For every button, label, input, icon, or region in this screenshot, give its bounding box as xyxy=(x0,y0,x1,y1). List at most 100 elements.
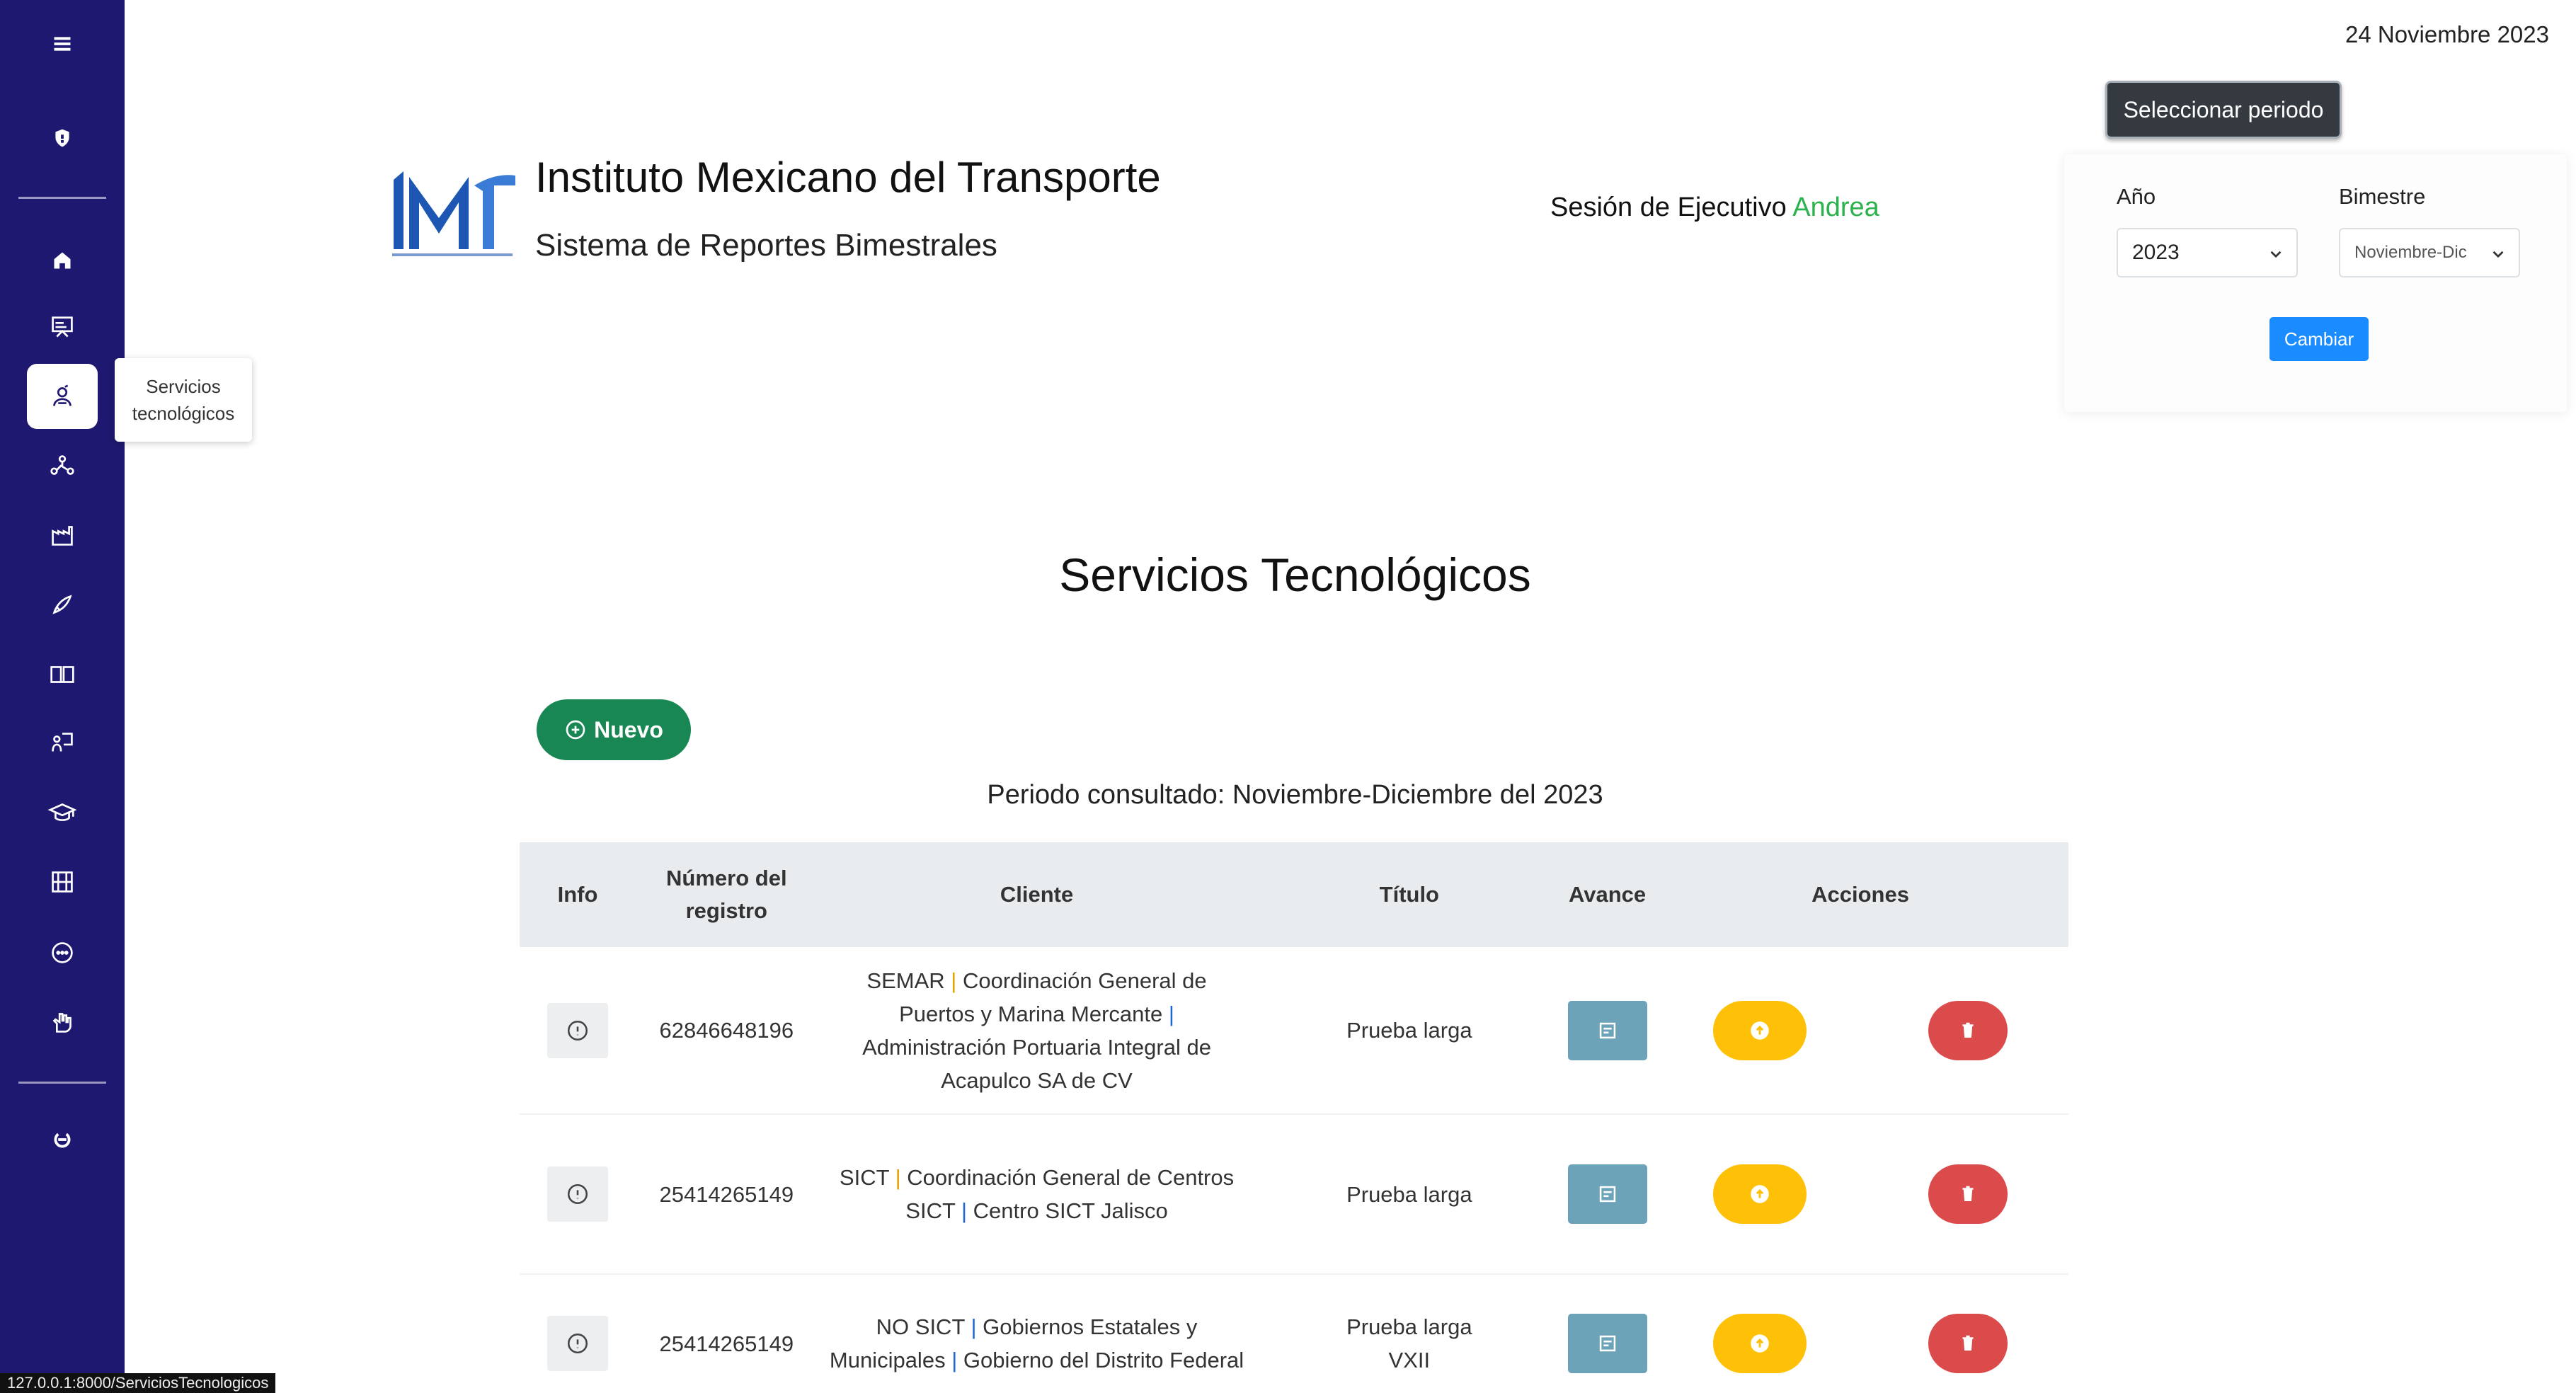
current-date: 24 Noviembre 2023 xyxy=(2345,21,2549,47)
book-icon[interactable] xyxy=(27,641,98,706)
bimester-select-value: Noviembre-Dic xyxy=(2354,243,2467,262)
trash-icon xyxy=(1962,1335,1974,1351)
info-icon xyxy=(568,1020,588,1041)
acciones-cell xyxy=(1652,1274,2068,1393)
shield-icon[interactable] xyxy=(27,106,98,171)
hand-icon[interactable] xyxy=(27,990,98,1055)
page-title: Servicios Tecnológicos xyxy=(0,548,2576,602)
cliente-entity: Administración Portuaria Integral de Aca… xyxy=(862,1034,1211,1093)
table-row: 62846648196 SEMAR | Coordinación General… xyxy=(520,947,2068,1115)
add-circle-icon xyxy=(566,720,585,740)
cliente-text: SICT | Coordinación General de Centros S… xyxy=(839,1165,1235,1223)
year-label: Año xyxy=(2117,184,2156,209)
sidebar-divider xyxy=(18,1082,106,1084)
page-title-text: Servicios Tecnológicos xyxy=(1059,549,1531,601)
info-cell xyxy=(520,947,636,1115)
change-period-button[interactable]: Cambiar xyxy=(2269,317,2369,361)
select-period-button[interactable]: Seleccionar periodo xyxy=(2105,81,2342,139)
cliente-cell: SEMAR | Coordinación General de Puertos … xyxy=(817,947,1256,1115)
registro-cell: 25414265149 xyxy=(636,1274,818,1393)
table-row: 25414265149 NO SICT | Gobiernos Estatale… xyxy=(520,1274,2068,1393)
upload-icon xyxy=(1751,1185,1769,1203)
cliente-entity: Gobierno del Distrito Federal xyxy=(963,1348,1244,1372)
home-icon[interactable] xyxy=(27,228,98,293)
new-button-label: Nuevo xyxy=(594,716,663,743)
chevron-down-icon xyxy=(2492,251,2504,258)
delete-button[interactable] xyxy=(1928,1000,2008,1060)
upload-icon xyxy=(1751,1021,1769,1040)
acciones-cell xyxy=(1652,1114,2068,1275)
status-url: 127.0.0.1:8000/ServiciosTecnologicos xyxy=(0,1373,276,1393)
upload-button[interactable] xyxy=(1713,1164,1807,1224)
upload-button[interactable] xyxy=(1713,1314,1807,1373)
avance-button[interactable] xyxy=(1567,1164,1647,1224)
year-select[interactable]: 2023 xyxy=(2117,228,2298,277)
upload-button[interactable] xyxy=(1713,1000,1807,1060)
session-user: Andrea xyxy=(1792,193,1879,222)
titulo-cell: Prueba larga xyxy=(1256,947,1563,1115)
titulo-text: Prueba larga VXII xyxy=(1346,1314,1472,1372)
avance-cell xyxy=(1562,947,1653,1115)
document-icon xyxy=(1599,1335,1615,1352)
info-button[interactable] xyxy=(547,1166,609,1222)
column-header-cliente: Cliente xyxy=(817,842,1256,947)
services-table: Info Número del registro Cliente Título … xyxy=(520,842,2068,1393)
system-subtitle: Sistema de Reportes Bimestrales xyxy=(535,228,997,263)
upload-icon xyxy=(1751,1334,1769,1353)
actions-group xyxy=(1652,1164,2068,1224)
new-button[interactable]: Nuevo xyxy=(537,699,691,760)
session-info: Sesión de Ejecutivo Andrea xyxy=(1550,193,1879,223)
imt-logo xyxy=(389,166,517,262)
cliente-unit: Coordinación General de Puertos y Marina… xyxy=(899,968,1207,1026)
cliente-cell: SICT | Coordinación General de Centros S… xyxy=(817,1114,1256,1275)
bimester-label: Bimestre xyxy=(2339,184,2426,209)
cliente-org: NO SICT xyxy=(876,1314,965,1339)
tech-services-icon[interactable] xyxy=(27,364,98,429)
cliente-text: NO SICT | Gobiernos Estatales y Municipa… xyxy=(829,1314,1244,1372)
column-header-registro: Número del registro xyxy=(636,842,818,947)
cliente-entity: Centro SICT Jalisco xyxy=(973,1198,1168,1223)
sidebar-tooltip: Servicios tecnológicos xyxy=(115,358,252,442)
menu-icon[interactable] xyxy=(27,11,98,76)
avance-cell xyxy=(1562,1274,1653,1393)
logout-icon[interactable] xyxy=(27,1107,98,1172)
trash-icon xyxy=(1962,1186,1974,1201)
year-select-value: 2023 xyxy=(2132,241,2180,264)
info-icon xyxy=(568,1333,588,1354)
avance-button[interactable] xyxy=(1567,1000,1647,1060)
presentation-icon[interactable] xyxy=(27,296,98,361)
chevron-down-icon xyxy=(2270,251,2282,258)
avance-button[interactable] xyxy=(1567,1314,1647,1373)
acciones-cell xyxy=(1652,947,2068,1115)
period-consulted-text: Periodo consultado: Noviembre-Diciembre … xyxy=(987,780,1603,810)
document-icon xyxy=(1599,1186,1615,1203)
delete-button[interactable] xyxy=(1928,1314,2008,1373)
registro-cell: 25414265149 xyxy=(636,1114,818,1275)
teaching-icon[interactable] xyxy=(27,711,98,776)
institute-title: Instituto Mexicano del Transporte xyxy=(535,154,1161,201)
sidebar-divider xyxy=(18,197,106,199)
cliente-cell: NO SICT | Gobiernos Estatales y Municipa… xyxy=(817,1274,1256,1393)
delete-button[interactable] xyxy=(1928,1164,2008,1224)
session-prefix: Sesión de Ejecutivo xyxy=(1550,193,1787,222)
info-cell xyxy=(520,1274,636,1393)
cliente-org: SEMAR xyxy=(866,968,945,993)
info-button[interactable] xyxy=(547,1316,609,1371)
titulo-cell: Prueba larga VXII xyxy=(1256,1274,1563,1393)
actions-group xyxy=(1652,1314,2068,1373)
titulo-cell: Prueba larga xyxy=(1256,1114,1563,1275)
network-icon[interactable] xyxy=(27,433,98,498)
column-header-acciones: Acciones xyxy=(1652,842,2068,947)
column-header-info: Info xyxy=(520,842,636,947)
cliente-org: SICT xyxy=(839,1165,889,1190)
info-button[interactable] xyxy=(547,1002,609,1058)
bimester-select[interactable]: Noviembre-Dic xyxy=(2339,228,2520,277)
info-icon xyxy=(568,1183,588,1205)
period-consulted: Periodo consultado: Noviembre-Diciembre … xyxy=(0,780,2576,810)
map-icon[interactable] xyxy=(27,849,98,915)
document-icon xyxy=(1599,1022,1615,1038)
column-header-titulo: Título xyxy=(1256,842,1563,947)
column-header-registro-label: Número del registro xyxy=(666,866,787,923)
table-row: 25414265149 SICT | Coordinación General … xyxy=(520,1114,2068,1275)
more-icon[interactable] xyxy=(27,920,98,985)
